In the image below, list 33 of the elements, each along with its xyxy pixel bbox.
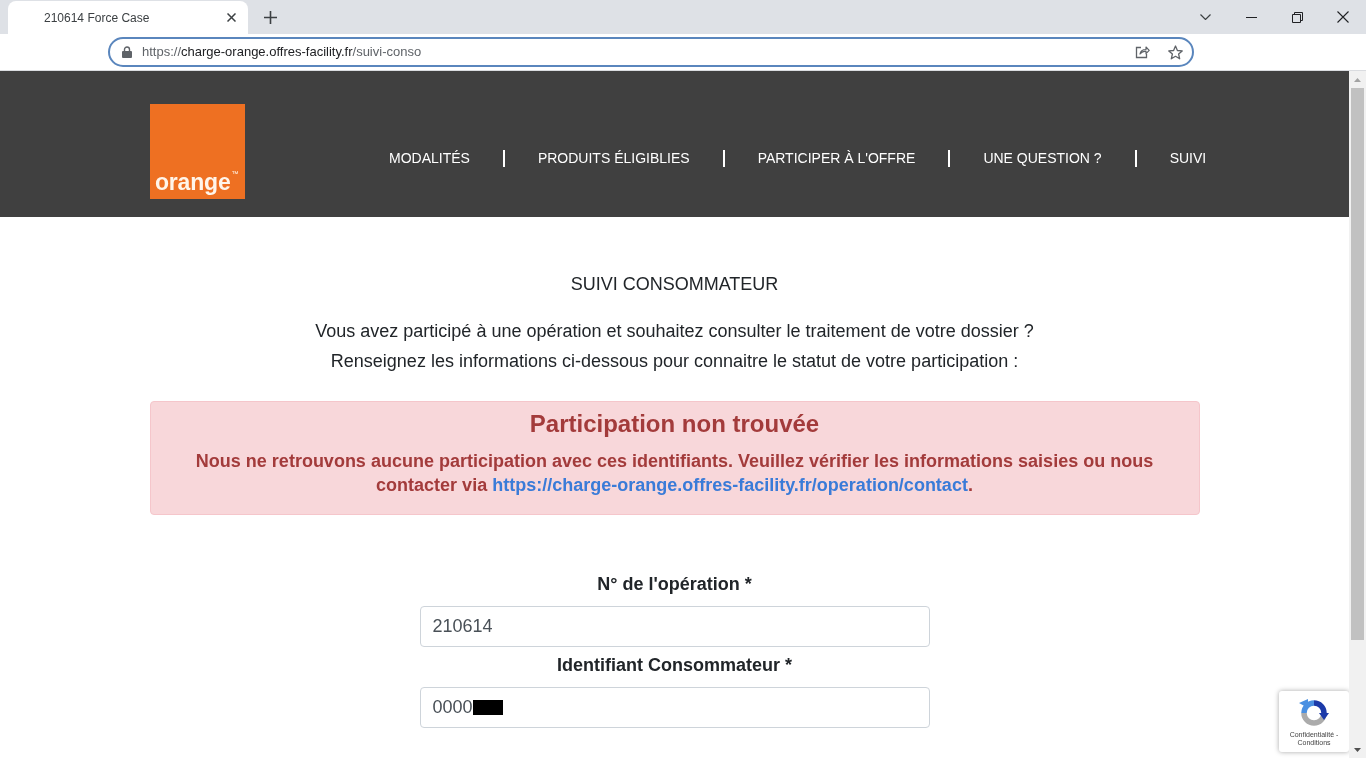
logo-text: orange (155, 170, 231, 194)
field-label: N° de l'opération * (597, 573, 752, 596)
restore-icon (1291, 11, 1303, 23)
star-icon (1167, 44, 1183, 60)
chevron-down-icon (1199, 14, 1211, 20)
field-label: Identifiant Consommateur * (557, 654, 792, 677)
scroll-down-icon[interactable] (1354, 747, 1361, 752)
share-button[interactable] (1134, 44, 1150, 60)
plus-icon (263, 10, 277, 24)
input-field[interactable]: 0000 (419, 687, 930, 728)
redaction-block (472, 700, 503, 715)
scrollbar-thumb[interactable] (1351, 88, 1364, 640)
close-icon (1337, 11, 1349, 23)
intro-text: Vous avez participé à une opération et souhaitez consulter le traitement de votre dossier ? (315, 320, 1034, 343)
alert-message: Nous ne retrouvons aucune participation avec ces identifiants. Veuillez vérifier les informations saisies ou nous contacter via https://charge-orange.offres-facility.fr/operation/contact. (194, 450, 1155, 497)
minimize-icon (1245, 16, 1257, 18)
browser-tab[interactable]: 210614 Force Case (8, 1, 248, 34)
address-bar[interactable]: https://charge-orange.offres-facility.fr/suivi-conso (108, 37, 1194, 67)
lock-icon (122, 46, 132, 58)
input-field[interactable]: 210614 (419, 606, 930, 647)
share-icon (1134, 45, 1150, 59)
alert-title: Participation non trouvée (528, 409, 821, 439)
nav-link[interactable]: SUIVI (1169, 148, 1207, 168)
close-icon (226, 13, 236, 22)
nav-link[interactable]: MODALITÉS (389, 148, 470, 168)
recaptcha-logo-icon (1298, 697, 1330, 729)
nav-link[interactable]: UNE QUESTION ? (983, 148, 1102, 168)
nav-link[interactable]: PRODUITS ÉLIGIBLIES (537, 148, 690, 168)
url-text: https://charge-orange.offres-facility.fr/suivi-conso (142, 43, 422, 62)
intro-text: Renseignez les informations ci-dessous pour connaitre le statut de votre participation : (330, 350, 1019, 373)
page-heading: SUIVI CONSOMMATEUR (570, 273, 779, 296)
nav-link[interactable]: PARTICIPER À L'OFFRE (757, 148, 916, 168)
bookmark-button[interactable] (1167, 44, 1183, 60)
